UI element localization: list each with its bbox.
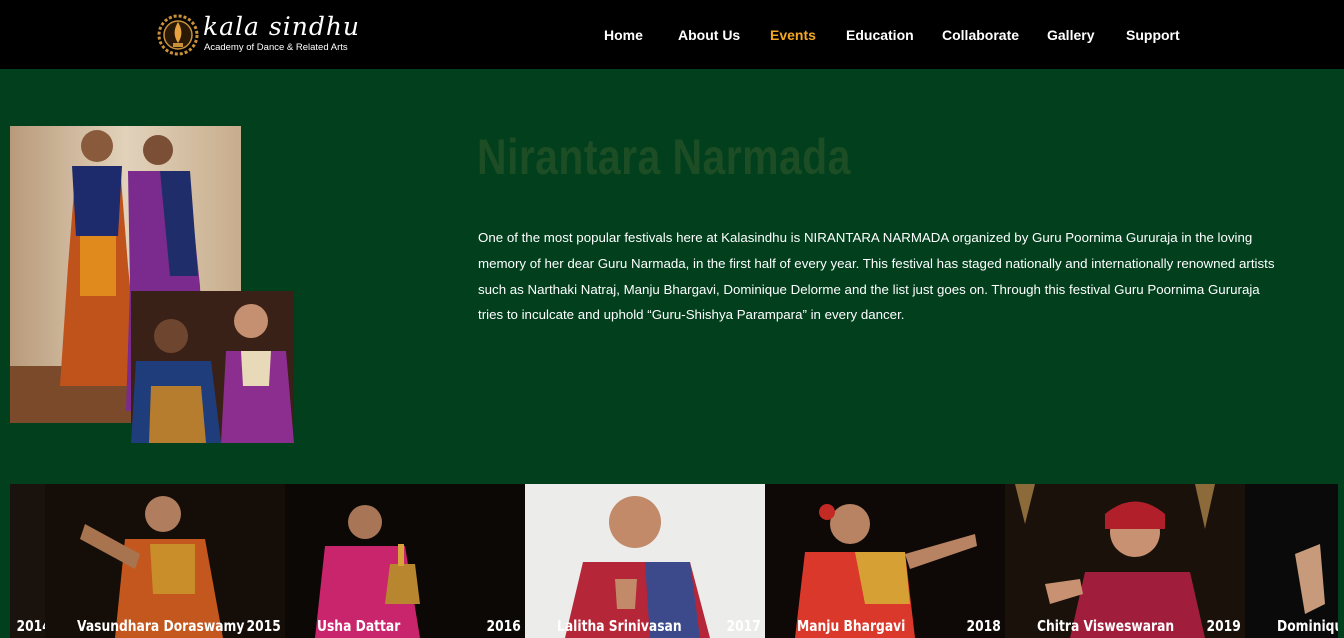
gallery-year: 2015 xyxy=(246,617,281,635)
nav-collaborate[interactable]: Collaborate xyxy=(942,24,1019,46)
event-title: Nirantara Narmada xyxy=(477,129,851,185)
main-nav: Home About Us Events Education Collabora… xyxy=(0,24,1344,46)
gallery-artist-name: Lalitha Srinivasan xyxy=(557,617,682,635)
nav-support[interactable]: Support xyxy=(1126,24,1180,46)
gallery-card[interactable]: Dominique D xyxy=(1245,484,1338,638)
gallery-year: 2018 xyxy=(966,617,1001,635)
gallery-year: 2017 xyxy=(726,617,761,635)
artist-gallery-strip: 2014 Vasundhara Doraswamy 2015 Usha Datt… xyxy=(10,484,1338,638)
gallery-card[interactable]: Usha Dattar 2016 xyxy=(285,484,525,638)
gallery-card[interactable]: Manju Bhargavi 2018 xyxy=(765,484,1005,638)
gallery-artist-name: Chitra Visweswaran xyxy=(1037,617,1175,635)
event-description: One of the most popular festivals here a… xyxy=(478,230,1275,323)
site-header: kala sindhu Academy of Dance & Related A… xyxy=(0,0,1344,69)
nav-home[interactable]: Home xyxy=(604,24,643,46)
photo-guru-blessing xyxy=(131,291,294,443)
gallery-year: 2016 xyxy=(486,617,521,635)
gallery-artist-name: Dominique D xyxy=(1277,617,1338,635)
gallery-card[interactable]: Chitra Visweswaran 2019 xyxy=(1005,484,1245,638)
nav-events[interactable]: Events xyxy=(770,24,816,46)
nav-education[interactable]: Education xyxy=(846,24,914,46)
gallery-artist-name: Manju Bhargavi xyxy=(797,617,906,635)
gallery-artist-name: Vasundhara Doraswamy xyxy=(77,617,245,635)
nav-about-us[interactable]: About Us xyxy=(678,24,740,46)
nav-gallery[interactable]: Gallery xyxy=(1047,24,1094,46)
gallery-artist-name: Usha Dattar xyxy=(317,617,401,635)
gallery-card[interactable]: Vasundhara Doraswamy 2015 xyxy=(45,484,285,638)
gallery-card[interactable]: Lalitha Srinivasan 2017 xyxy=(525,484,765,638)
gallery-year: 2019 xyxy=(1206,617,1241,635)
